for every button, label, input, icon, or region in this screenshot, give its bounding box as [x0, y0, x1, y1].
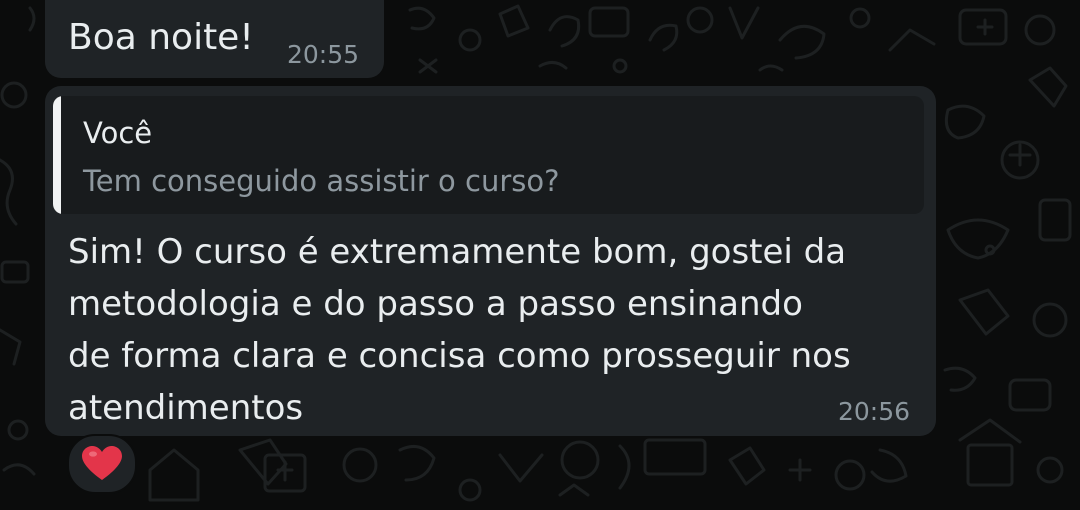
- quote-text: Tem conseguido assistir o curso?: [83, 164, 560, 198]
- message-line: metodologia e do passo a passo ensinando: [68, 284, 803, 324]
- reaction-badge[interactable]: [67, 434, 137, 494]
- message-line: Sim! O curso é extremamente bom, gostei …: [68, 232, 847, 272]
- quote-accent-bar: [53, 96, 61, 214]
- quote-author: Você: [83, 116, 153, 150]
- message-text: Sim! O curso é extremamente bom, gostei …: [68, 226, 918, 434]
- message-text: Boa noite!: [68, 17, 254, 58]
- quoted-message[interactable]: Você Tem conseguido assistir o curso?: [53, 96, 924, 214]
- message-timestamp: 20:56: [838, 397, 911, 426]
- message-bubble-reply[interactable]: Você Tem conseguido assistir o curso? Si…: [45, 86, 936, 436]
- message-bubble-incoming[interactable]: Boa noite! 20:55: [45, 0, 384, 78]
- message-line: atendimentos: [68, 388, 304, 428]
- heart-icon: [82, 446, 122, 480]
- message-timestamp: 20:55: [287, 40, 360, 69]
- message-line: de forma clara e concisa como prosseguir…: [68, 336, 851, 376]
